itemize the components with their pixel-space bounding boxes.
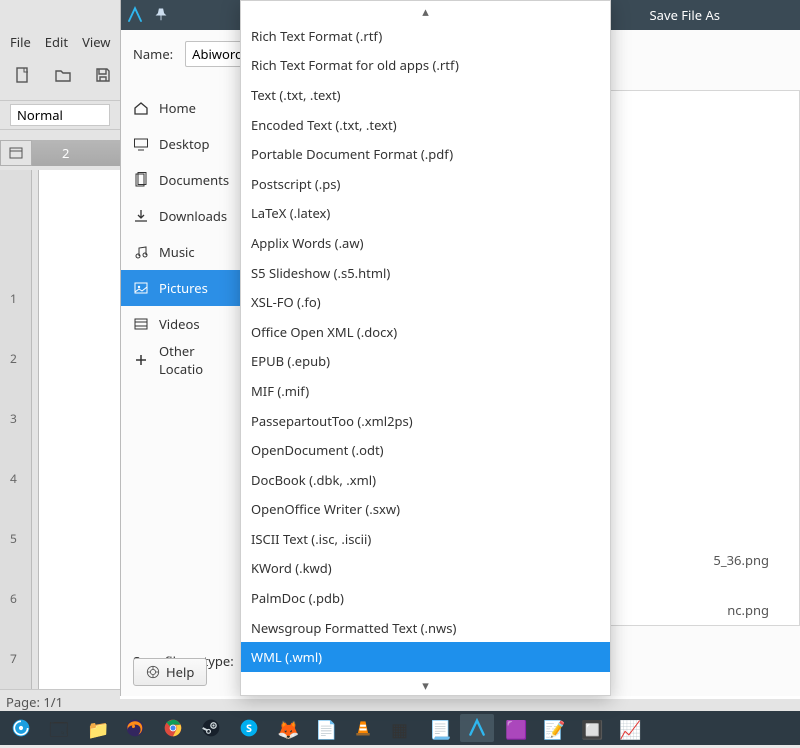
sidebar-place-videos[interactable]: Videos — [121, 306, 241, 342]
filetype-option[interactable]: Postscript (.ps) — [241, 169, 610, 199]
app-logo-icon — [121, 0, 149, 30]
filetype-option[interactable]: KWord (.kwd) — [241, 554, 610, 584]
menu-view[interactable]: View — [82, 33, 110, 51]
help-icon — [146, 665, 160, 679]
menu-edit[interactable]: Edit — [45, 33, 68, 51]
place-label: Music — [159, 243, 195, 261]
ruler-mark: 4 — [10, 470, 17, 487]
filetype-option[interactable]: PalmDoc (.pdb) — [241, 583, 610, 613]
filetype-dropdown[interactable]: ▴ Rich Text Format (.rtf)Rich Text Forma… — [240, 0, 611, 696]
place-label: Other Locatio — [159, 342, 229, 378]
menu-file[interactable]: File — [10, 33, 31, 51]
desktop-icon — [133, 136, 149, 152]
downloads-icon — [133, 208, 149, 224]
page-indicator: Page: 1/1 — [6, 693, 63, 711]
taskbar-app-grid[interactable]: ▦ — [384, 714, 418, 742]
places-sidebar: Home Desktop Documents Downloads Music Pictur… — [121, 90, 241, 626]
filetype-option[interactable]: LaTeX (.latex) — [241, 199, 610, 229]
filetype-option[interactable]: ISCII Text (.isc, .iscii) — [241, 524, 610, 554]
taskbar: 🗔📁 S 🦊📄 ▦📃 🟪📝🔲📈 — [0, 711, 800, 745]
file-entry[interactable]: 5_36.png — [713, 551, 769, 569]
place-label: Pictures — [159, 279, 208, 297]
taskbar-show-desktop[interactable]: 🗔 — [42, 714, 76, 742]
filetype-option[interactable]: OpenOffice Writer (.sxw) — [241, 495, 610, 525]
paragraph-style-combo[interactable] — [10, 104, 110, 126]
filetype-option[interactable]: MIF (.mif) — [241, 376, 610, 406]
sidebar-place-downloads[interactable]: Downloads — [121, 198, 241, 234]
pin-icon[interactable] — [149, 0, 173, 30]
filetype-option[interactable]: XSL-FO (.fo) — [241, 287, 610, 317]
plus-icon — [133, 352, 149, 368]
scroll-down-arrow[interactable]: ▾ — [241, 675, 610, 695]
place-label: Videos — [159, 315, 200, 333]
filetype-option[interactable]: OpenDocument (.odt) — [241, 435, 610, 465]
taskbar-steam[interactable] — [194, 714, 228, 742]
toolbar — [0, 60, 126, 90]
taskbar-files[interactable]: 📁 — [80, 714, 114, 742]
filetype-option[interactable]: Portable Document Format (.pdf) — [241, 139, 610, 169]
save-icon[interactable] — [94, 67, 112, 83]
pictures-icon — [133, 280, 149, 296]
taskbar-libreoffice[interactable]: 📄 — [308, 714, 342, 742]
filetype-option[interactable]: Applix Words (.aw) — [241, 228, 610, 258]
ruler-mark: 7 — [10, 650, 17, 667]
place-label: Documents — [159, 171, 229, 189]
status-bar: Page: 1/1 — [0, 689, 120, 711]
ruler-mark: 2 — [10, 350, 17, 367]
ruler-mark: 1 — [10, 290, 17, 307]
sidebar-place-desktop[interactable]: Desktop — [121, 126, 241, 162]
sidebar-place-pictures[interactable]: Pictures — [121, 270, 241, 306]
taskbar-gimp[interactable]: 🦊 — [270, 714, 304, 742]
filetype-option[interactable]: WML (.wml) — [241, 642, 610, 672]
filetype-option[interactable]: Newsgroup Formatted Text (.nws) — [241, 613, 610, 643]
taskbar-skype[interactable]: S — [232, 714, 266, 742]
documents-icon — [133, 172, 149, 188]
videos-icon — [133, 316, 149, 332]
filetype-option[interactable]: Office Open XML (.docx) — [241, 317, 610, 347]
sidebar-place-music[interactable]: Music — [121, 234, 241, 270]
filetype-option[interactable]: Text (.txt, .text) — [241, 80, 610, 110]
filetype-option[interactable]: DocBook (.dbk, .xml) — [241, 465, 610, 495]
ruler-mark: 3 — [10, 410, 17, 427]
ruler-mark: 6 — [10, 590, 17, 607]
help-button[interactable]: Help — [133, 658, 207, 686]
taskbar-chrome[interactable] — [156, 714, 190, 742]
place-label: Desktop — [159, 135, 210, 153]
help-button-label: Help — [166, 663, 194, 681]
sidebar-place-home[interactable]: Home — [121, 90, 241, 126]
open-folder-icon[interactable] — [54, 67, 72, 83]
place-label: Downloads — [159, 207, 227, 225]
new-doc-icon[interactable] — [14, 67, 32, 83]
home-icon — [133, 100, 149, 116]
music-icon — [133, 244, 149, 260]
filetype-option[interactable]: S5 Slideshow (.s5.html) — [241, 258, 610, 288]
scroll-up-arrow[interactable]: ▴ — [241, 1, 610, 21]
filetype-option[interactable]: Encoded Text (.txt, .text) — [241, 110, 610, 140]
filename-label: Name: — [133, 45, 173, 63]
sidebar-place-other-locatio[interactable]: Other Locatio — [121, 342, 241, 378]
taskbar-widget[interactable]: 🔲 — [574, 714, 608, 742]
line-gutter: 1 2 3 4 5 6 7 — [0, 170, 32, 699]
filetype-option[interactable]: Rich Text Format (.rtf) — [241, 21, 610, 51]
taskbar-vlc[interactable] — [346, 714, 380, 742]
filetype-option[interactable]: EPUB (.epub) — [241, 347, 610, 377]
taskbar-purple[interactable]: 🟪 — [498, 714, 532, 742]
ruler-mark: 5 — [10, 530, 17, 547]
taskbar-monitor[interactable]: 📈 — [612, 714, 646, 742]
horizontal-ruler: 2 — [32, 140, 122, 166]
taskbar-firefox[interactable] — [118, 714, 152, 742]
filetype-option[interactable]: Rich Text Format for old apps (.rtf) — [241, 51, 610, 81]
taskbar-doc[interactable]: 📃 — [422, 714, 456, 742]
ruler-toggle[interactable] — [0, 140, 32, 166]
taskbar-kde-launcher[interactable] — [4, 714, 38, 742]
sidebar-place-documents[interactable]: Documents — [121, 162, 241, 198]
taskbar-abiword[interactable] — [460, 714, 494, 742]
file-entry[interactable]: nc.png — [727, 601, 769, 619]
svg-text:S: S — [246, 721, 252, 736]
place-label: Home — [159, 99, 196, 117]
taskbar-kate[interactable]: 📝 — [536, 714, 570, 742]
filetype-option[interactable]: PassepartoutToo (.xml2ps) — [241, 406, 610, 436]
menu-bar: File Edit View I — [0, 29, 139, 55]
